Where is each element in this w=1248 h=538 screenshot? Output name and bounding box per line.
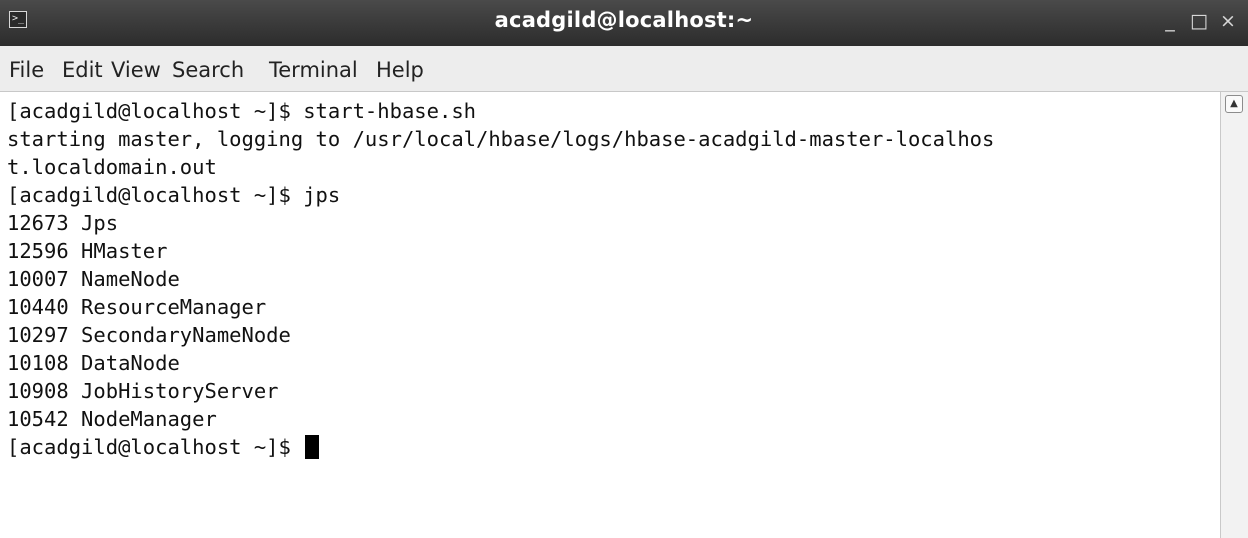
text-cursor [305, 435, 320, 459]
terminal-line: 12596 HMaster [7, 239, 168, 263]
window-title: acadgild@localhost:~ [494, 8, 754, 32]
menu-view[interactable]: View [111, 46, 161, 92]
menu-edit[interactable]: Edit [62, 46, 103, 92]
terminal-line: [acadgild@localhost ~]$ start-hbase.sh [7, 99, 476, 123]
close-button[interactable]: × [1214, 6, 1242, 36]
terminal-output[interactable]: [acadgild@localhost ~]$ start-hbase.sh s… [0, 92, 1220, 538]
terminal-prompt-line[interactable]: [acadgild@localhost ~]$ [7, 433, 320, 461]
terminal-line: 10542 NodeManager [7, 407, 217, 431]
terminal-line: 10108 DataNode [7, 351, 180, 375]
scroll-up-arrow-icon[interactable]: ▲ [1225, 95, 1243, 113]
menu-terminal[interactable]: Terminal [269, 46, 358, 92]
terminal-line: 12673 Jps [7, 211, 119, 235]
title-bar[interactable]: >_ acadgild@localhost:~ _ □ × [0, 0, 1248, 46]
terminal-line: starting master, logging to /usr/local/h… [7, 127, 995, 151]
vertical-scrollbar[interactable]: ▲ [1220, 92, 1248, 538]
menu-help[interactable]: Help [376, 46, 424, 92]
minimize-button[interactable]: _ [1156, 6, 1184, 36]
terminal-window: >_ acadgild@localhost:~ _ □ × File Edit … [0, 0, 1248, 538]
terminal-line: 10007 NameNode [7, 267, 180, 291]
terminal-line: [acadgild@localhost ~]$ jps [7, 183, 341, 207]
menu-file[interactable]: File [9, 46, 44, 92]
menu-search[interactable]: Search [172, 46, 244, 92]
menu-bar: File Edit View Search Terminal Help [0, 46, 1248, 92]
terminal-prompt: [acadgild@localhost ~]$ [7, 435, 304, 459]
terminal-line: 10297 SecondaryNameNode [7, 323, 291, 347]
maximize-button[interactable]: □ [1185, 6, 1213, 36]
terminal-line: 10908 JobHistoryServer [7, 379, 279, 403]
terminal-line: t.localdomain.out [7, 155, 217, 179]
terminal-line: 10440 ResourceManager [7, 295, 267, 319]
